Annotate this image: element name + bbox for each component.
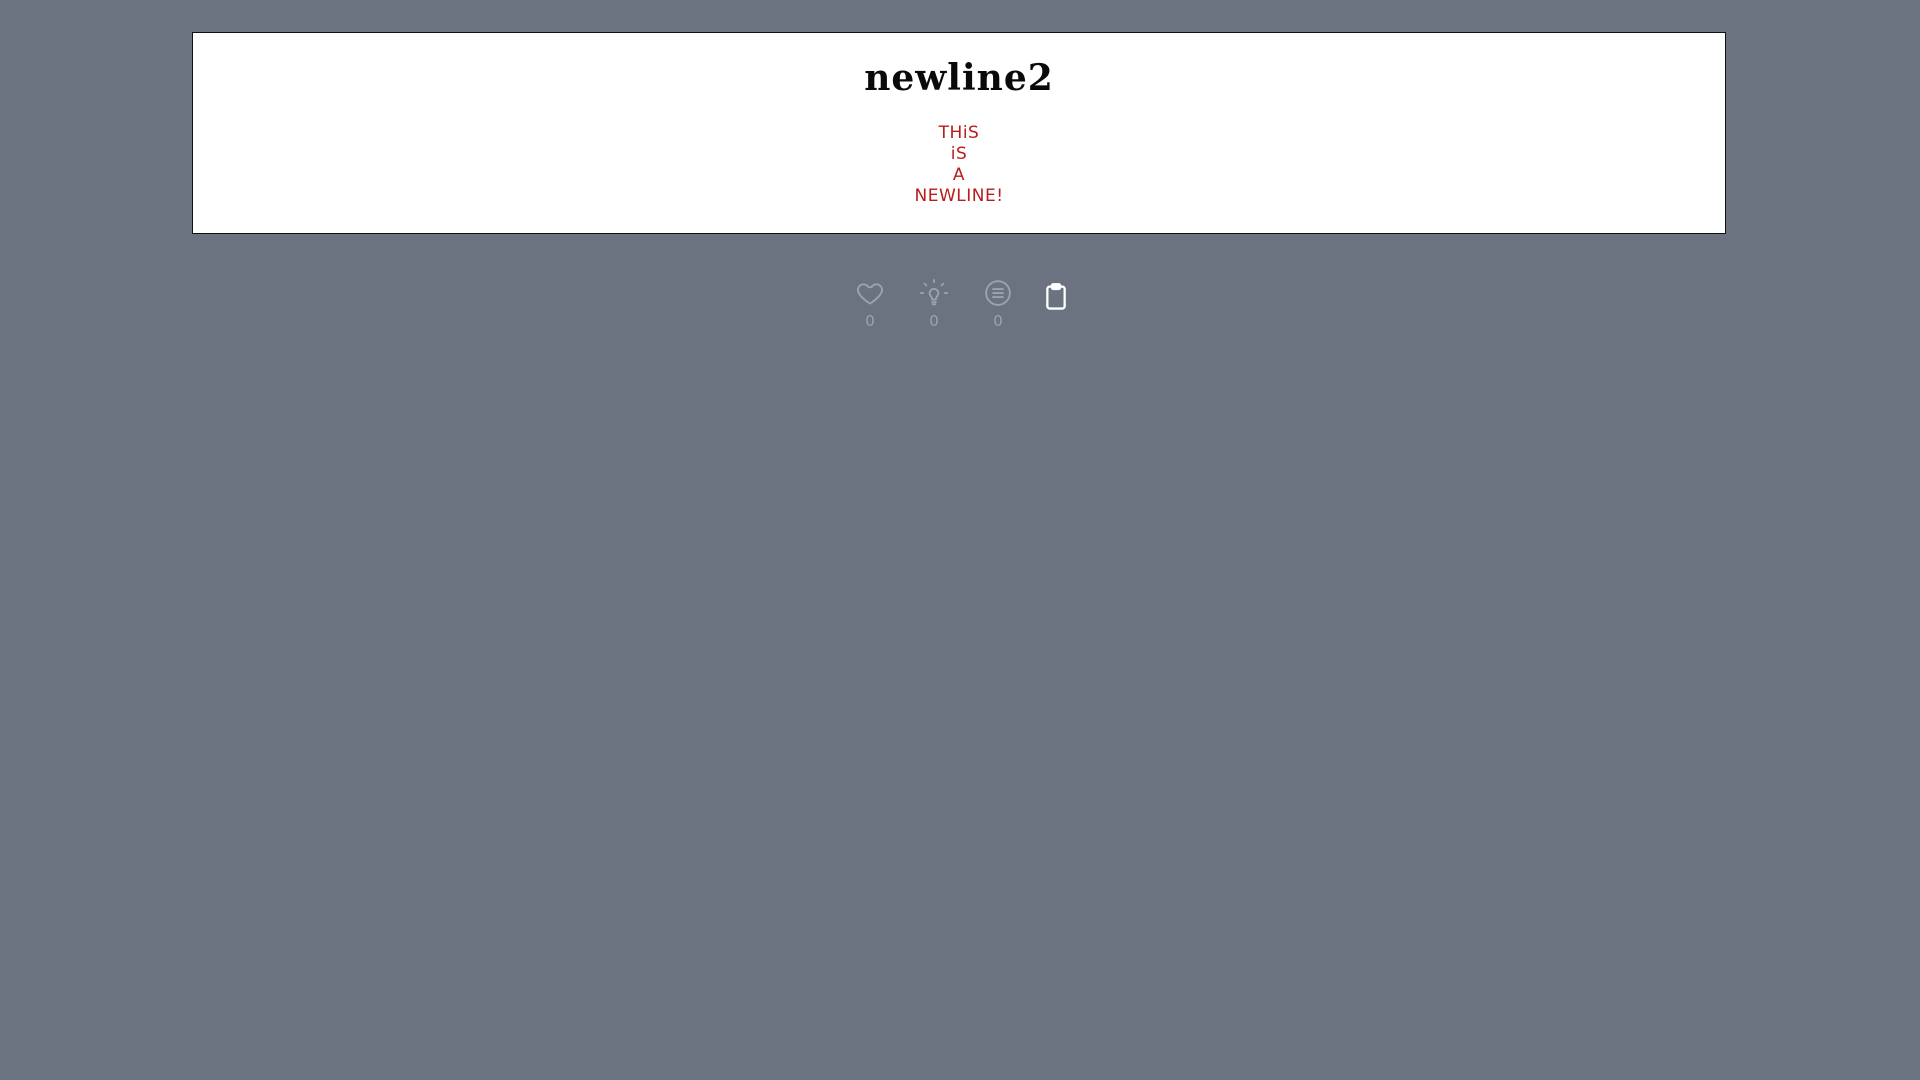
post-actions: 0 0 0	[0, 278, 1920, 330]
clipboard-icon	[1042, 282, 1070, 316]
post-body-line: NEWLINE!	[914, 185, 1004, 206]
post-card: newline2 THiS iS A NEWLINE!	[192, 32, 1726, 234]
post-body-line: THiS	[938, 122, 980, 143]
lightbulb-icon	[919, 278, 949, 308]
post-body-line: iS	[950, 143, 968, 164]
heart-icon	[855, 278, 885, 308]
post-body-line: A	[952, 164, 966, 185]
copy-button[interactable]	[1030, 278, 1082, 330]
like-button[interactable]: 0	[838, 278, 902, 330]
comment-button[interactable]: 0	[966, 278, 1030, 330]
idea-count: 0	[929, 312, 939, 330]
comment-list-icon	[983, 278, 1013, 308]
post-body: THiS iS A NEWLINE!	[193, 123, 1725, 207]
comment-count: 0	[993, 312, 1003, 330]
post-title: newline2	[864, 57, 1054, 99]
like-count: 0	[865, 312, 875, 330]
idea-button[interactable]: 0	[902, 278, 966, 330]
